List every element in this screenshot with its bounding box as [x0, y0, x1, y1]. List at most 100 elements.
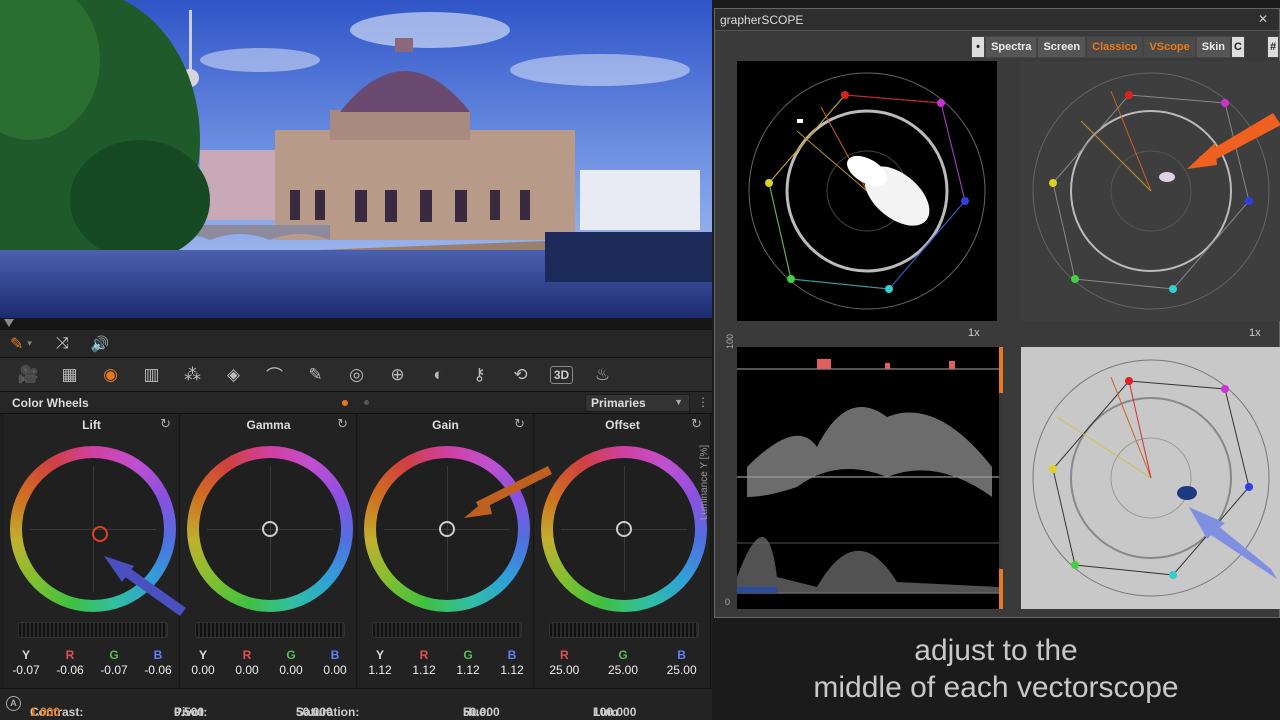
- viewer-image: [0, 0, 712, 318]
- panel-menu-icon[interactable]: ⋮: [697, 395, 709, 409]
- motion-effects-icon[interactable]: ⁂: [172, 360, 213, 390]
- rgb-mixer-icon[interactable]: ▥: [131, 360, 172, 390]
- zoom-level-top-right[interactable]: 1x: [1249, 327, 1261, 339]
- scope-tab-4[interactable]: VScope: [1143, 36, 1196, 58]
- lummix-value[interactable]: 100.000: [593, 705, 636, 719]
- channel-number[interactable]: 0.00: [183, 663, 223, 677]
- grid-icon[interactable]: ▦: [49, 360, 90, 390]
- color-wheel-center[interactable]: [553, 458, 695, 600]
- reset-icon[interactable]: ↻: [691, 416, 702, 432]
- video-viewer[interactable]: [0, 0, 712, 318]
- speaker-icon[interactable]: 🔊: [91, 335, 110, 353]
- wheel-puck[interactable]: [439, 521, 455, 537]
- channel-number[interactable]: -0.06: [50, 663, 90, 677]
- channel-value-r[interactable]: R -0.06: [50, 648, 90, 677]
- curves-icon[interactable]: ⌒: [254, 360, 295, 390]
- hue-value[interactable]: 50.000: [463, 705, 500, 719]
- channel-number[interactable]: 0.00: [227, 663, 267, 677]
- channel-value-b[interactable]: B 1.12: [492, 648, 532, 677]
- reset-icon[interactable]: ↻: [514, 416, 525, 432]
- channel-number[interactable]: 1.12: [360, 663, 400, 677]
- wheel-puck[interactable]: [616, 521, 632, 537]
- contrast-value[interactable]: 1.000: [30, 705, 60, 719]
- camera-icon[interactable]: 🎥: [8, 360, 49, 390]
- close-icon[interactable]: ✕: [1255, 11, 1271, 27]
- master-jog-wheel[interactable]: [372, 622, 522, 638]
- vectorscope-light-plot: [1032, 359, 1277, 597]
- channel-number[interactable]: 1.12: [448, 663, 488, 677]
- channel-value-b[interactable]: B 25.00: [662, 648, 702, 677]
- tracker-icon[interactable]: ⊕: [377, 360, 418, 390]
- picker-tool-icon[interactable]: ✎: [10, 334, 23, 354]
- master-jog-wheel[interactable]: [18, 622, 168, 638]
- channel-number[interactable]: 1.12: [492, 663, 532, 677]
- color-wheel-ring[interactable]: [187, 446, 353, 612]
- channel-number[interactable]: -0.07: [94, 663, 134, 677]
- channel-value-g[interactable]: G 1.12: [448, 648, 488, 677]
- channel-number[interactable]: 25.00: [662, 663, 702, 677]
- scope-tab-0[interactable]: •: [971, 36, 986, 58]
- scope-tab-8[interactable]: #: [1267, 36, 1279, 58]
- key-icon[interactable]: ⚷: [459, 360, 500, 390]
- blur-icon[interactable]: ◐: [418, 360, 459, 390]
- page-indicator-active[interactable]: [342, 400, 348, 406]
- channel-number[interactable]: 25.00: [603, 663, 643, 677]
- channel-number[interactable]: 0.00: [315, 663, 355, 677]
- color-wheels-tool-icon[interactable]: ◉: [90, 360, 131, 390]
- saturation-value[interactable]: 50.000: [296, 705, 333, 719]
- channel-value-r[interactable]: R 1.12: [404, 648, 444, 677]
- channel-value-g[interactable]: G 25.00: [603, 648, 643, 677]
- channel-number[interactable]: -0.06: [138, 663, 178, 677]
- channel-value-g[interactable]: G -0.07: [94, 648, 134, 677]
- channel-value-y[interactable]: Y 0.00: [183, 648, 223, 677]
- waveform-level-marker-bottom[interactable]: [999, 569, 1003, 609]
- color-wheel-center[interactable]: [376, 458, 518, 600]
- color-wheel-ring[interactable]: [10, 446, 176, 612]
- sizing-icon[interactable]: ⟲: [500, 360, 541, 390]
- channel-value-r[interactable]: R 0.00: [227, 648, 267, 677]
- master-jog-wheel[interactable]: [549, 622, 699, 638]
- shuffle-icon[interactable]: ⤨: [56, 335, 69, 353]
- 3d-label[interactable]: 3D: [541, 360, 582, 390]
- channel-number[interactable]: 25.00: [544, 663, 584, 677]
- window-icon[interactable]: ◎: [336, 360, 377, 390]
- scope-tab-2[interactable]: Screen: [1037, 36, 1087, 58]
- channel-number[interactable]: 0.00: [271, 663, 311, 677]
- wheel-puck[interactable]: [92, 526, 108, 542]
- zoom-level-top-left[interactable]: 1x: [968, 327, 980, 339]
- pivot-value[interactable]: 0.500: [174, 705, 204, 719]
- channel-label: R: [419, 648, 429, 662]
- channel-label: Y: [21, 648, 30, 662]
- scope-tab-5[interactable]: Skin: [1195, 36, 1231, 58]
- scope-tab-1[interactable]: Spectra: [985, 36, 1038, 58]
- color-wheel-center[interactable]: [199, 458, 341, 600]
- channel-value-b[interactable]: B 0.00: [315, 648, 355, 677]
- channel-value-g[interactable]: G 0.00: [271, 648, 311, 677]
- channel-value-b[interactable]: B -0.06: [138, 648, 178, 677]
- color-wheel-ring[interactable]: [364, 446, 530, 612]
- timeline-scrubber[interactable]: [0, 318, 712, 330]
- reset-icon[interactable]: ↻: [337, 416, 348, 432]
- waveform-level-marker-top[interactable]: [999, 347, 1003, 393]
- scope-tab-6[interactable]: C: [1231, 36, 1245, 58]
- scope-tab-3[interactable]: Classico: [1086, 36, 1144, 58]
- channel-number[interactable]: 1.12: [404, 663, 444, 677]
- color-cycle-icon[interactable]: ◈: [213, 360, 254, 390]
- channel-value-y[interactable]: Y -0.07: [6, 648, 46, 677]
- color-wheel-ring[interactable]: [541, 446, 707, 612]
- chevron-down-icon[interactable]: ▾: [27, 338, 32, 349]
- auto-balance-icon[interactable]: A: [6, 696, 21, 711]
- channel-value-y[interactable]: Y 1.12: [360, 648, 400, 677]
- wheels-mode-select[interactable]: Primaries ▼: [585, 394, 690, 412]
- eyedropper-tool-icon[interactable]: ✎: [295, 360, 336, 390]
- scope-titlebar[interactable]: grapherSCOPE ✕: [715, 9, 1279, 31]
- playhead-handle[interactable]: [4, 319, 14, 327]
- reset-icon[interactable]: ↻: [160, 416, 171, 432]
- color-wheel-center[interactable]: [22, 458, 164, 600]
- master-jog-wheel[interactable]: [195, 622, 345, 638]
- page-indicator-inactive[interactable]: [364, 400, 369, 405]
- flame-icon[interactable]: ♨: [582, 360, 623, 390]
- wheel-puck[interactable]: [262, 521, 278, 537]
- channel-number[interactable]: -0.07: [6, 663, 46, 677]
- channel-value-r[interactable]: R 25.00: [544, 648, 584, 677]
